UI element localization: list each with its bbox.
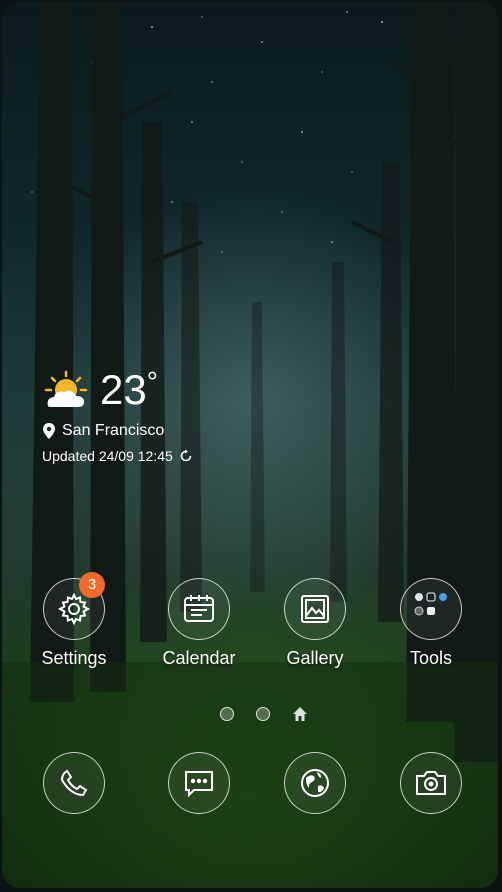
camera-circle[interactable] (400, 752, 462, 814)
app-settings[interactable]: 3 Settings (29, 572, 119, 669)
updated-timestamp: Updated 24/09 12:45 (42, 448, 173, 464)
location-name: San Francisco (62, 422, 165, 439)
calendar-circle[interactable] (168, 578, 230, 640)
dock-phone[interactable] (29, 752, 119, 814)
app-label-tools: Tools (409, 648, 453, 668)
folder-icon (414, 592, 447, 616)
phone-icon (60, 769, 88, 797)
gear-icon (57, 592, 91, 626)
messages-circle[interactable] (168, 752, 230, 814)
messages-icon (185, 771, 213, 798)
gallery-icon (301, 595, 329, 623)
app-gallery[interactable]: Gallery (270, 578, 360, 669)
app-label-gallery: Gallery (286, 648, 344, 668)
app-calendar[interactable]: Calendar (154, 578, 244, 669)
page-dot-1[interactable] (220, 707, 234, 721)
temperature-value: 23 (100, 366, 147, 413)
degree-symbol: ° (146, 366, 158, 397)
location-pin-icon (43, 423, 55, 439)
dock-browser[interactable] (270, 752, 360, 814)
page-indicator (220, 706, 308, 722)
page-dot-2[interactable] (256, 707, 270, 721)
camera-icon (416, 771, 446, 795)
app-label-calendar: Calendar (162, 648, 236, 668)
weather-widget[interactable]: 23 ° San Francisco Updated 24/09 12:45 (42, 366, 193, 464)
refresh-icon[interactable] (179, 449, 193, 463)
notification-badge: 3 (79, 572, 105, 598)
tools-circle[interactable] (400, 578, 462, 640)
browser-globe-icon (301, 769, 329, 797)
home-icon[interactable] (292, 706, 308, 722)
phone-circle[interactable] (43, 752, 105, 814)
app-label-settings: Settings (41, 648, 107, 668)
app-tools-folder[interactable]: Tools (386, 578, 476, 669)
dock-camera[interactable] (386, 752, 476, 814)
dock-messages[interactable] (154, 752, 244, 814)
browser-circle[interactable] (284, 752, 346, 814)
partly-sunny-icon (44, 370, 88, 407)
calendar-icon (184, 595, 214, 622)
gallery-circle[interactable] (284, 578, 346, 640)
home-screen: 23 ° San Francisco Updated 24/09 12:45 3… (2, 2, 498, 888)
